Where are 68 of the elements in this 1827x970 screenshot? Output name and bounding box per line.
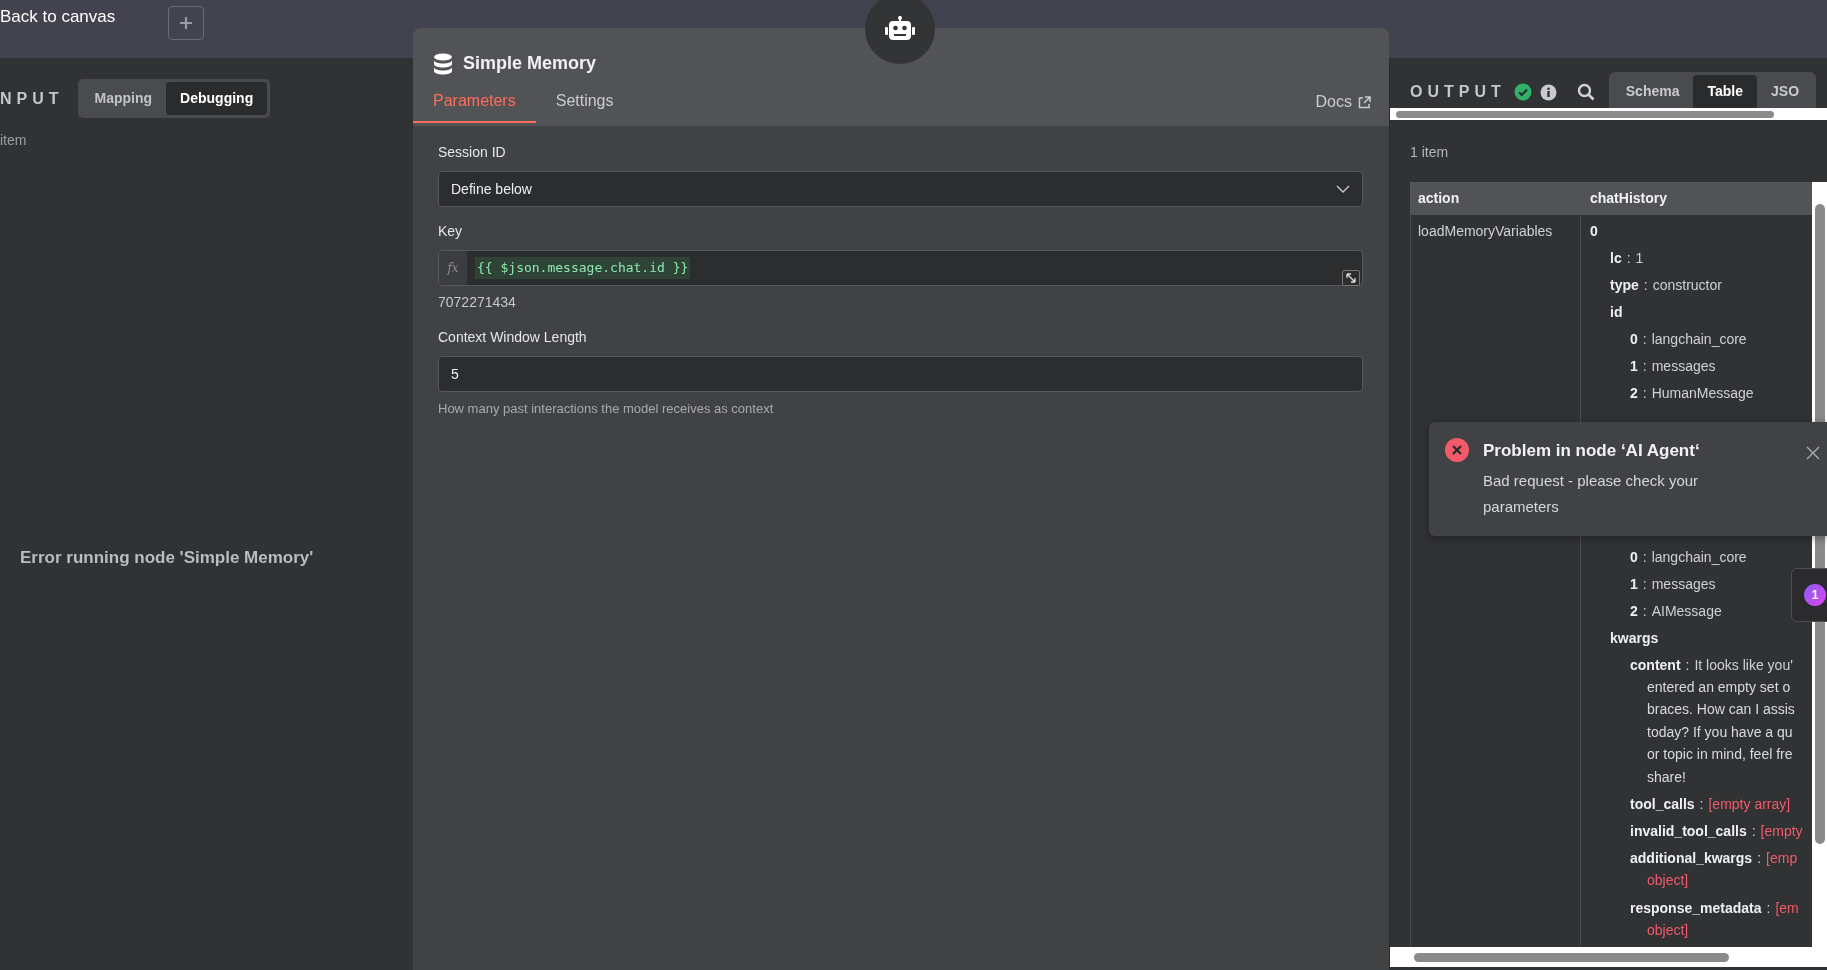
number-field[interactable]: 5 [438,356,1363,392]
error-icon [1445,438,1469,462]
plus-icon [178,15,194,31]
add-button[interactable] [168,6,204,40]
tree-entry: 1 : messages [1630,574,1717,594]
view-tab[interactable]: Schema [1611,75,1694,108]
tree-entry: id [1610,303,1624,322]
view-tab[interactable]: Table [1693,75,1757,108]
dialog-tab[interactable]: Parameters [413,83,536,123]
tree-value-line: today? If you have a qu [1647,722,1794,742]
field-label: Session ID [438,143,507,162]
robot-icon [885,16,915,42]
tree-value-line: object] [1647,920,1690,940]
info-icon[interactable] [1539,83,1557,101]
tree-value-line: braces. How can I assis [1647,700,1796,720]
docs-link[interactable]: Docs [1315,90,1352,114]
external-link-icon [1358,95,1371,109]
tree-value-line: object] [1647,871,1690,891]
dialog-tab[interactable]: Settings [535,83,634,123]
tree-entry: kwargs [1610,628,1660,648]
close-icon [1806,446,1820,461]
horizontal-scrollbar[interactable] [1390,947,1827,967]
field-hint: How many past interactions the model receives as context [438,400,775,418]
tree-value-line: entered an empty set o [1647,677,1792,697]
tree-entry: content : It looks like you' [1630,655,1794,675]
tree-entry: 2 : HumanMessage [1630,384,1755,403]
horizontal-scrollbar[interactable] [1390,108,1827,120]
chevron-down-icon [1336,185,1350,193]
tree-entry: lc : 1 [1610,249,1645,268]
tree-entry: tool_calls : [empty array] [1630,795,1792,814]
mode-tab[interactable]: Mapping [80,82,167,115]
view-tab[interactable]: JSO [1757,75,1814,108]
tree-entry: response_metadata : [em [1630,898,1800,918]
panel-title: NPUT [0,88,64,109]
select-field[interactable]: Define below [438,171,1363,207]
expression-result: 7072271434 [438,293,517,312]
tree-entry: 0 : langchain_core [1630,547,1748,567]
expand-button[interactable] [1342,270,1360,286]
table-cell: loadMemoryVariables [1418,223,1553,239]
tree-entry: 2 : AIMessage [1630,601,1723,621]
count-badge: 1 [1804,584,1826,606]
tree-value-line: or topic in mind, feel fre [1647,745,1794,765]
tree-entry: additional_kwargs : [emp [1630,849,1799,868]
item-count: 1 item [1410,144,1449,160]
mode-tab[interactable]: Debugging [166,82,268,115]
database-icon [433,52,453,75]
column-header: action [1417,189,1461,208]
search-icon[interactable] [1576,83,1595,101]
error-message: Error running node 'Simple Memory' [19,546,315,569]
tree-entry: 0 : langchain_core [1630,330,1748,349]
column-header: chatHistory [1589,189,1669,208]
toast-title: Problem in node ‘AI Agent‘ [1483,440,1701,462]
back-link[interactable]: Back to canvas [0,0,168,30]
expand-icon [1346,273,1356,283]
expression-field[interactable]: fx {{ $json.message.chat.id }} [438,250,1363,286]
side-tab[interactable]: 1 [1791,568,1827,622]
tree-entry: invalid_tool_calls : [empty [1630,822,1804,841]
success-check-icon [1513,83,1532,101]
tree-entry: 0 [1590,222,1599,241]
tree-value-line: share! [1647,767,1687,787]
field-label: Key [438,222,464,241]
tree-entry: 1 : messages [1630,357,1717,376]
toast-message: Bad request - please check your parameters [1483,470,1700,517]
field-label: Context Window Length [438,328,588,347]
dialog-title: Simple Memory [463,52,597,75]
item-count: item [0,132,27,148]
panel-title: OUTPUT [1410,82,1506,102]
tree-entry: type : constructor [1610,276,1723,295]
